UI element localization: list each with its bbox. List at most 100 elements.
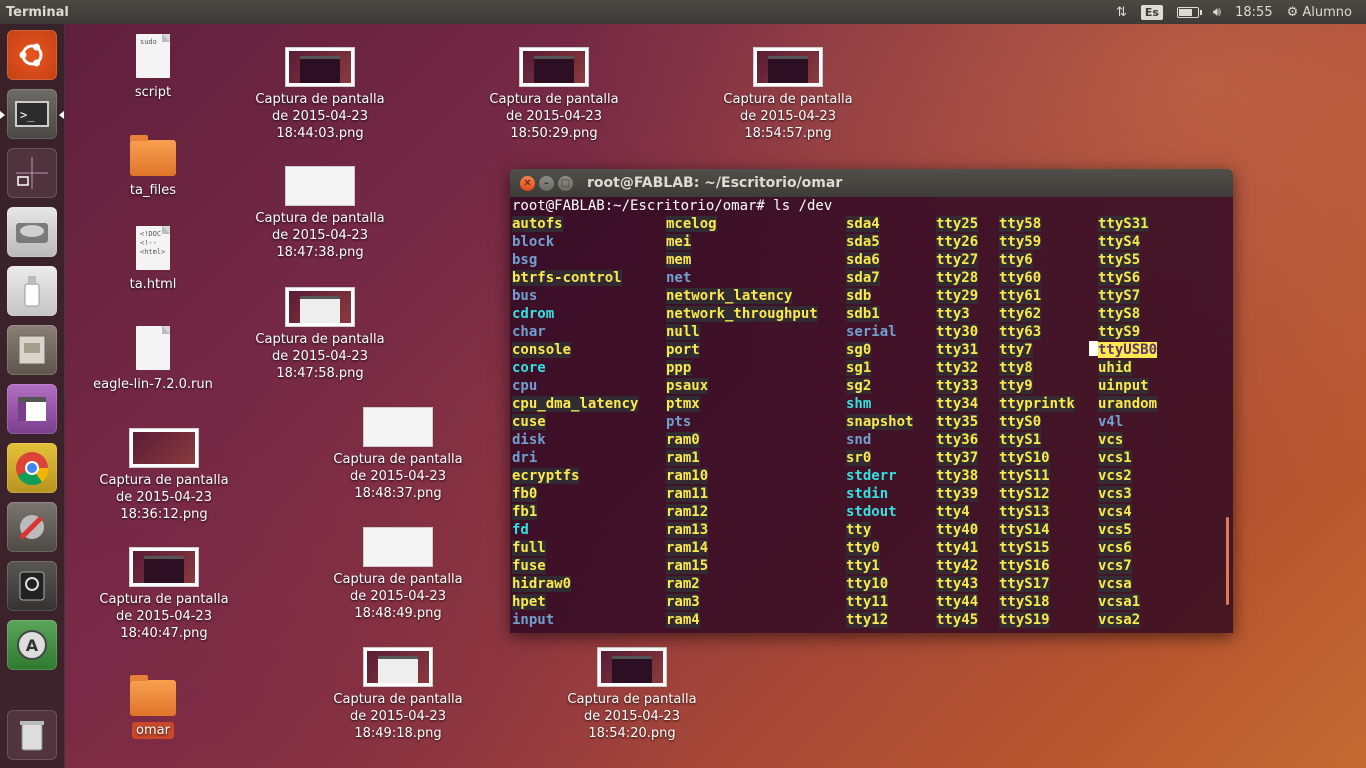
trash-launcher-button[interactable] [7,710,57,760]
desktop-screenshot[interactable]: Captura de pantalla de 2015-04-23 18:47:… [250,287,390,382]
ls-entry: vcs2 [1098,468,1132,484]
ls-entry: tty31 [936,342,979,358]
desktop-screenshot[interactable]: Captura de pantalla de 2015-04-23 18:36:… [94,428,234,523]
volume-icon[interactable]: 🔊︎ [1213,5,1221,20]
desktop-screenshot[interactable]: Captura de pantalla de 2015-04-23 18:50:… [484,47,624,142]
clock[interactable]: 18:55 [1235,5,1272,20]
desktop-file-ta-html[interactable]: <!DOC <!-- <html> ta.html [83,226,223,293]
desktop-screenshot[interactable]: Captura de pantalla de 2015-04-23 18:44:… [250,47,390,142]
network-icon[interactable]: ⇅ [1116,5,1127,20]
dash-home-button[interactable] [7,30,57,80]
minimize-button[interactable]: – [539,175,554,191]
close-button[interactable]: ✕ [520,175,535,191]
ls-entry: tty30 [936,324,979,340]
ls-entry: bus [512,288,538,304]
desktop-screenshot[interactable]: Captura de pantalla de 2015-04-23 18:54:… [718,47,858,142]
ls-entry: port [666,342,700,358]
desktop-screenshot[interactable]: Captura de pantalla de 2015-04-23 18:48:… [328,527,468,622]
icon-label: Captura de pantalla de 2015-04-23 18:50:… [489,92,619,141]
ls-entry: ttyS19 [999,612,1050,628]
icon-label: Captura de pantalla de 2015-04-23 18:48:… [333,572,463,621]
ls-entry: vcs7 [1098,558,1132,574]
usb-launcher-button[interactable] [7,266,57,316]
ls-entry: ram13 [666,522,709,538]
scrollbar[interactable] [1226,517,1229,605]
ls-entry: ram12 [666,504,709,520]
workspace-switcher-button[interactable] [7,148,57,198]
ls-entry: hpet [512,594,546,610]
ls-entry: ram10 [666,468,709,484]
focused-indicator [59,111,64,119]
ls-entry: stdout [846,504,897,520]
chrome-launcher-button[interactable] [7,443,57,493]
ls-entry: ppp [666,360,692,376]
session-menu[interactable]: ⚙ Alumno [1287,5,1352,20]
image-thumbnail-icon [363,527,433,567]
image-thumbnail-icon [753,47,823,87]
terminal-icon: >_ [15,101,49,127]
window-title: root@FABLAB: ~/Escritorio/omar [587,175,843,191]
desktop-screenshot[interactable]: Captura de pantalla de 2015-04-23 18:47:… [250,166,390,261]
terminal-output[interactable]: root@FABLAB:~/Escritorio/omar# ls /dev a… [510,197,1233,633]
desktop-folder-ta-files[interactable]: ta_files [83,135,223,199]
desktop-screenshot[interactable]: Captura de pantalla de 2015-04-23 18:54:… [562,647,702,742]
keyboard-layout-indicator[interactable]: Es [1140,4,1163,20]
window-titlebar[interactable]: ✕ – □ root@FABLAB: ~/Escritorio/omar [510,169,1233,197]
user-name: Alumno [1302,4,1352,20]
ls-entry: vcsa [1098,576,1132,592]
ls-entry: fb0 [512,486,538,502]
ls-entry: sda5 [846,234,880,250]
desktop-screenshot[interactable]: Captura de pantalla de 2015-04-23 18:48:… [328,407,468,502]
ls-entry: tty1 [846,558,880,574]
ls-entry: cpu [512,378,538,394]
ls-entry: tty11 [846,594,889,610]
indicator-area: ⇅ Es 🔊︎ 18:55 ⚙ Alumno [1116,4,1352,20]
window-launcher-button[interactable] [7,384,57,434]
ls-column: mcelog mei mem net network_latency network_th… [666,215,818,629]
ls-entry: cdrom [512,306,555,322]
minimize-icon: – [544,177,549,189]
image-thumbnail-icon [597,647,667,687]
ls-entry: ttyS5 [1098,252,1141,268]
ls-entry: tty41 [936,540,979,556]
battery-icon[interactable] [1176,6,1202,18]
ls-entry: vcs [1098,432,1124,448]
icon-label: Captura de pantalla de 2015-04-23 18:36:… [99,473,229,522]
ls-entry: tty4 [936,504,970,520]
desktop-file-script[interactable]: sudo script [83,34,223,101]
ls-entry: ttyS6 [1098,270,1141,286]
ls-entry: vcsa1 [1098,594,1141,610]
ls-entry: ttyS0 [999,414,1042,430]
maximize-button[interactable]: □ [558,175,573,191]
icon-label: Captura de pantalla de 2015-04-23 18:40:… [99,592,229,641]
ls-entry: ttyS10 [999,450,1050,466]
terminal-window[interactable]: ✕ – □ root@FABLAB: ~/Escritorio/omar roo… [510,169,1233,633]
ls-entry: cpu_dma_latency [512,396,639,412]
ls-entry: v4l [1098,414,1124,430]
desktop-file-eagle[interactable]: eagle-lin-7.2.0.run [83,326,223,393]
ls-entry: tty3 [936,306,970,322]
ls-entry: ttyS1 [999,432,1042,448]
disk-launcher-button[interactable] [7,207,57,257]
ls-entry: vcsa2 [1098,612,1141,628]
image-thumbnail-icon [363,407,433,447]
desktop-screenshot[interactable]: Captura de pantalla de 2015-04-23 18:40:… [94,547,234,642]
icon-label: Captura de pantalla de 2015-04-23 18:44:… [255,92,385,141]
terminal-launcher-button[interactable]: >_ [7,89,57,139]
ls-entry: ram0 [666,432,700,448]
ls-entry: vcs5 [1098,522,1132,538]
ls-entry: ram3 [666,594,700,610]
active-app-title: Terminal [6,4,69,20]
files-launcher-button[interactable] [7,325,57,375]
ls-entry: tty63 [999,324,1042,340]
desktop-folder-omar[interactable]: omar [83,675,223,739]
folder-icon [130,675,176,716]
ls-entry: tty37 [936,450,979,466]
updater-launcher-button[interactable]: A [7,620,57,670]
desktop-screenshot[interactable]: Captura de pantalla de 2015-04-23 18:49:… [328,647,468,742]
webcam-launcher-button[interactable] [7,561,57,611]
ls-entry: autofs [512,216,563,232]
settings-launcher-button[interactable] [7,502,57,552]
ls-entry: tty27 [936,252,979,268]
cursor [1089,341,1098,356]
